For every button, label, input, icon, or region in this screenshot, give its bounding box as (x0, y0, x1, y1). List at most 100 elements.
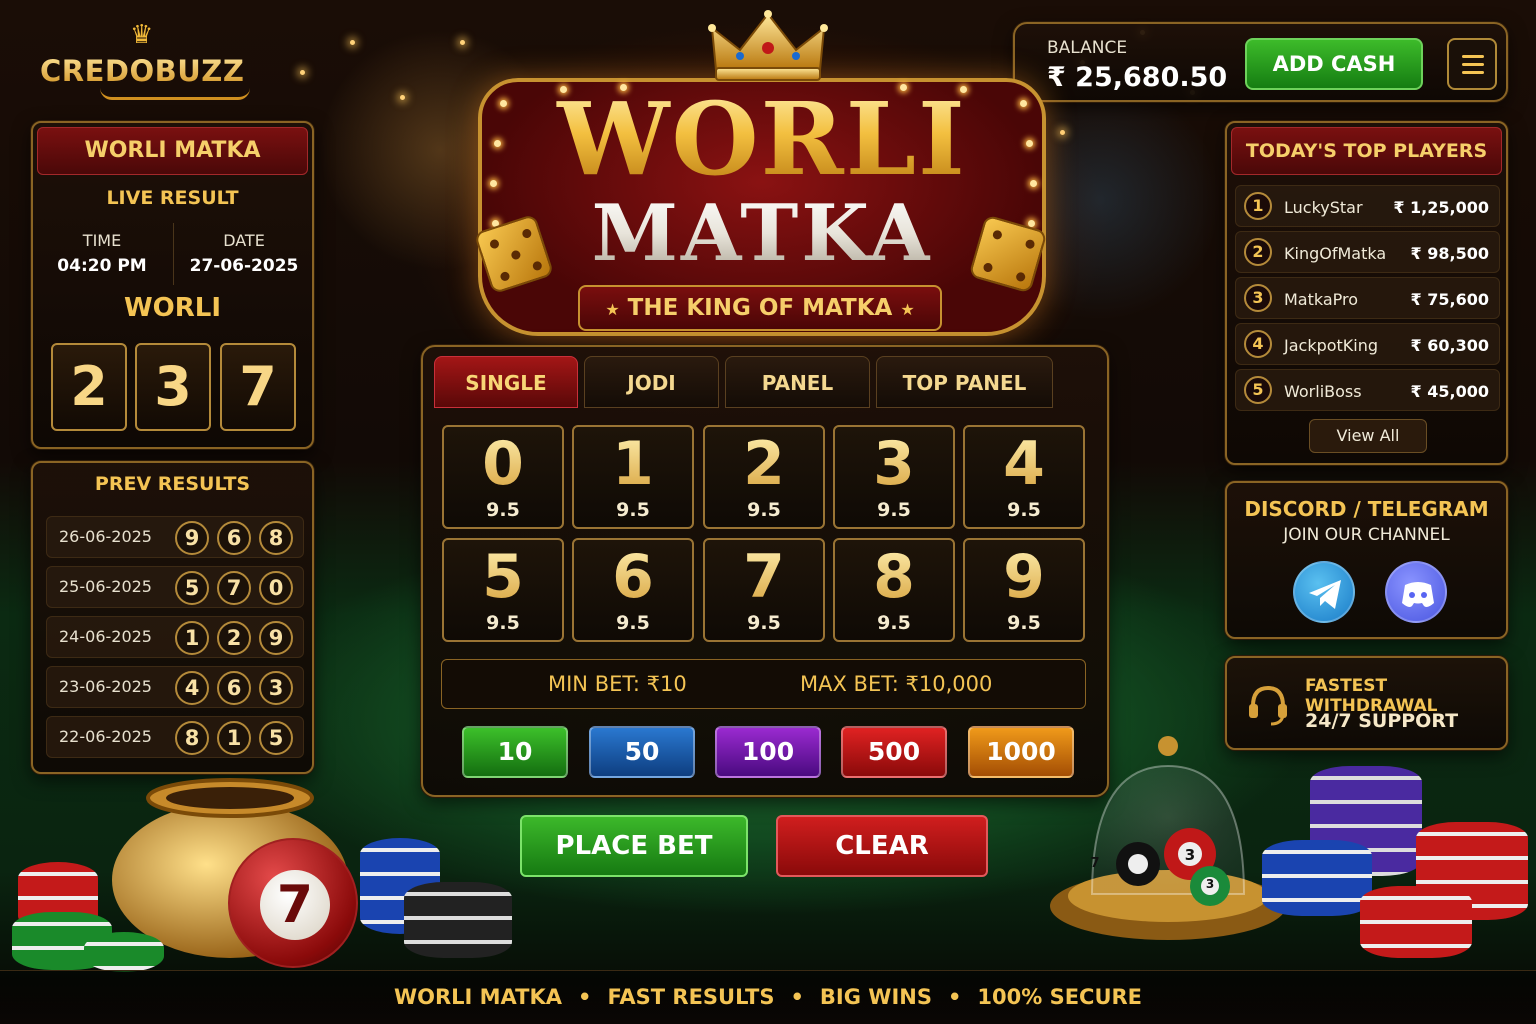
number-button[interactable]: 5 9.5 (442, 538, 564, 642)
player-rank: 4 (1244, 330, 1272, 358)
number-odds: 9.5 (1007, 612, 1041, 634)
prev-result-row[interactable]: 26-06-2025 9 6 8 (46, 516, 304, 558)
telegram-button[interactable] (1293, 561, 1355, 623)
star-icon: ★ (900, 300, 915, 319)
player-name: KingOfMatka (1284, 244, 1387, 263)
wallet-bar: BALANCE ₹ 25,680.50 ADD CASH (1013, 22, 1508, 102)
player-rank: 2 (1244, 238, 1272, 266)
chip-500[interactable]: 500 (841, 726, 947, 778)
chip-stack (404, 882, 512, 958)
dome-ball-number: 3 (1205, 877, 1215, 891)
tab-single[interactable]: SINGLE (434, 356, 578, 408)
support-line2: 24/7 SUPPORT (1305, 710, 1459, 732)
player-row[interactable]: 3 MatkaPro ₹ 75,600 (1235, 277, 1500, 319)
footer-item: BIG WINS (819, 985, 932, 1009)
prev-digit: 4 (175, 671, 209, 705)
number-odds: 9.5 (616, 612, 650, 634)
live-panel-title: WORLI MATKA (37, 127, 308, 175)
time-date-divider (173, 223, 174, 285)
player-row[interactable]: 2 KingOfMatka ₹ 98,500 (1235, 231, 1500, 273)
number-digit: 4 (965, 429, 1083, 499)
prev-result-row[interactable]: 24-06-2025 1 2 9 (46, 616, 304, 658)
star-icon: ★ (605, 300, 620, 319)
number-button[interactable]: 7 9.5 (703, 538, 825, 642)
player-row[interactable]: 1 LuckyStar ₹ 1,25,000 (1235, 185, 1500, 227)
prev-digit: 2 (217, 621, 251, 655)
number-digit: 1 (574, 429, 692, 499)
result-digit: 2 (51, 343, 127, 431)
number-button[interactable]: 1 9.5 (572, 425, 694, 529)
menu-button[interactable] (1447, 38, 1497, 90)
number-button[interactable]: 6 9.5 (572, 538, 694, 642)
tab-panel[interactable]: PANEL (725, 356, 870, 408)
prev-digit: 9 (175, 521, 209, 555)
player-amount: ₹ 98,500 (1410, 244, 1489, 263)
chip-50[interactable]: 50 (589, 726, 695, 778)
brand-logo[interactable]: ♛ CREDOBUZZ (40, 18, 250, 100)
footer-item: WORLI MATKA (393, 985, 563, 1009)
max-bet: MAX BET: ₹10,000 (800, 672, 993, 696)
player-row[interactable]: 5 WorliBoss ₹ 45,000 (1235, 369, 1500, 411)
add-cash-button[interactable]: ADD CASH (1245, 38, 1423, 90)
prev-results-panel: PREV RESULTS 26-06-2025 9 6 8 25-06-2025… (31, 461, 314, 774)
prev-result-row[interactable]: 23-06-2025 4 6 3 (46, 666, 304, 708)
number-digit: 0 (444, 429, 562, 499)
market-name: WORLI (123, 293, 222, 323)
crown-icon: ♛ (130, 20, 154, 50)
player-amount: ₹ 75,600 (1410, 290, 1489, 309)
chip-stack (1262, 840, 1372, 916)
footer-item: 100% SECURE (977, 985, 1143, 1009)
view-all-button[interactable]: View All (1309, 419, 1427, 453)
player-name: WorliBoss (1284, 382, 1362, 401)
number-digit: 3 (835, 429, 953, 499)
social-subtitle: JOIN OUR CHANNEL (1283, 525, 1450, 545)
number-button[interactable]: 3 9.5 (833, 425, 955, 529)
result-digit: 3 (135, 343, 211, 431)
lottery-ball: 7 (228, 838, 358, 968)
discord-button[interactable] (1385, 561, 1447, 623)
hero-title-matka: MATKA (478, 188, 1046, 279)
prev-digit: 8 (259, 521, 293, 555)
prev-date: 26-06-2025 (59, 527, 152, 546)
tab-jodi[interactable]: JODI (584, 356, 719, 408)
number-button[interactable]: 8 9.5 (833, 538, 955, 642)
player-amount: ₹ 45,000 (1410, 382, 1489, 401)
number-digit: 2 (705, 429, 823, 499)
number-odds: 9.5 (616, 499, 650, 521)
chip-100[interactable]: 100 (715, 726, 821, 778)
prev-digit: 5 (259, 721, 293, 755)
prev-date: 23-06-2025 (59, 677, 152, 696)
bullet-icon: • (790, 985, 804, 1009)
prev-result-row[interactable]: 22-06-2025 8 1 5 (46, 716, 304, 758)
player-rank: 5 (1244, 376, 1272, 404)
top-players-panel: TODAY'S TOP PLAYERS 1 LuckyStar ₹ 1,25,000… (1225, 121, 1508, 465)
prev-results-title: PREV RESULTS (94, 473, 251, 495)
tab-top-panel[interactable]: TOP PANEL (876, 356, 1053, 408)
number-button[interactable]: 4 9.5 (963, 425, 1085, 529)
discord-icon (1402, 582, 1434, 607)
headset-icon (1249, 685, 1287, 726)
prev-digit: 6 (217, 671, 251, 705)
prev-digit: 0 (259, 571, 293, 605)
clear-button[interactable]: CLEAR (776, 815, 988, 877)
player-row[interactable]: 4 JackpotKing ₹ 60,300 (1235, 323, 1500, 365)
social-title: DISCORD / TELEGRAM (1244, 497, 1489, 521)
number-digit: 9 (965, 542, 1083, 612)
number-button[interactable]: 9 9.5 (963, 538, 1085, 642)
number-odds: 9.5 (486, 612, 520, 634)
telegram-icon (1309, 580, 1341, 609)
top-players-title: TODAY'S TOP PLAYERS (1231, 127, 1502, 175)
prev-digit: 7 (217, 571, 251, 605)
prev-digit: 1 (175, 621, 209, 655)
number-digit: 6 (574, 542, 692, 612)
bet-limits: MIN BET: ₹10 MAX BET: ₹10,000 (441, 659, 1086, 709)
place-bet-button[interactable]: PLACE BET (520, 815, 748, 877)
chip-10[interactable]: 10 (462, 726, 568, 778)
number-odds: 9.5 (486, 499, 520, 521)
dome-ball-number: 7 (1090, 856, 1100, 871)
number-odds: 9.5 (1007, 499, 1041, 521)
number-button[interactable]: 2 9.5 (703, 425, 825, 529)
prev-result-row[interactable]: 25-06-2025 5 7 0 (46, 566, 304, 608)
dome-ball-number: 3 (1184, 846, 1196, 864)
number-button[interactable]: 0 9.5 (442, 425, 564, 529)
